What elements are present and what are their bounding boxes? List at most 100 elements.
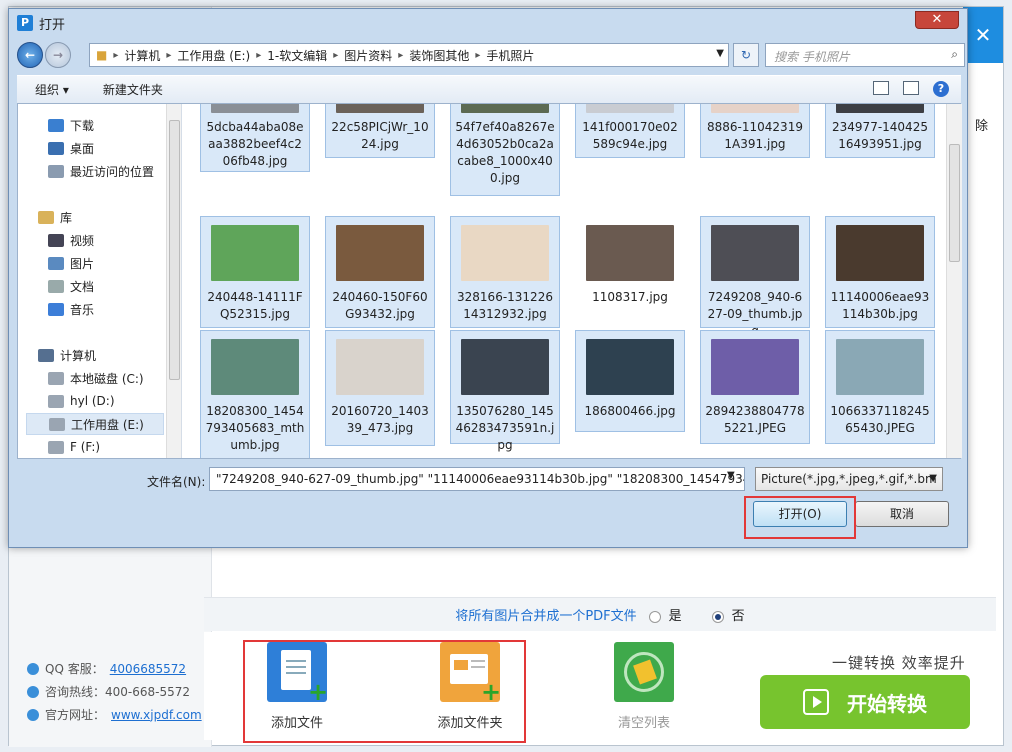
breadcrumb-5[interactable]: 手机照片 xyxy=(480,47,540,64)
file-name: 20160720_140339_473.jpg xyxy=(331,404,429,435)
start-convert-button[interactable]: 开始转换 xyxy=(760,675,970,729)
file-item[interactable]: 18208300_1454793405683_mthumb.jpg xyxy=(200,330,310,458)
tree-item-label: hyl (D:) xyxy=(70,394,115,408)
radio-no[interactable] xyxy=(711,610,724,623)
file-item[interactable]: 11140006eae93114b30b.jpg xyxy=(825,216,935,328)
file-name: 54f7ef40a8267e4d63052b0ca2acabe8_1000x40… xyxy=(455,120,555,185)
filename-dropdown-icon[interactable]: ▼ xyxy=(727,470,735,481)
highlight-box-open xyxy=(744,496,856,539)
address-bar[interactable]: ■ ▸ 计算机 ▸ 工作用盘 (E:) ▸ 1-软文编辑 ▸ 图片资料 ▸ 装饰图其他 ▸… xyxy=(89,43,729,67)
app-close-icon[interactable]: ✕ xyxy=(963,7,1003,63)
view-options-icon[interactable] xyxy=(873,81,889,95)
search-icon[interactable]: ⌕ xyxy=(951,47,958,62)
dialog-close-button[interactable]: ✕ xyxy=(915,11,959,29)
filename-input[interactable]: "7249208_940-627-09_thumb.jpg" "11140006… xyxy=(209,467,745,491)
file-thumbnail xyxy=(586,104,674,113)
file-item[interactable]: 135076280_14546283473591n.jpg xyxy=(450,330,560,452)
breadcrumb-3[interactable]: 图片资料 xyxy=(338,47,398,64)
tree-item-label: 桌面 xyxy=(70,141,95,156)
tree-item-label: 图片 xyxy=(70,256,95,271)
file-grid-scrollbar[interactable] xyxy=(946,104,962,458)
open-file-dialog: P 打开 ✕ ← → ■ ▸ 计算机 ▸ 工作用盘 (E:) ▸ 1-软文编辑 ▸ 图片… xyxy=(8,8,968,548)
tree-item[interactable]: F (F:) xyxy=(48,436,100,458)
merge-yes-option[interactable]: 是 xyxy=(648,605,682,624)
recent-places-icon xyxy=(48,164,64,178)
tree-item-label: F (F:) xyxy=(70,440,101,454)
file-name: 11140006eae93114b30b.jpg xyxy=(830,290,930,321)
file-thumbnail xyxy=(211,225,299,281)
qq-link[interactable]: 4006685572 xyxy=(110,662,186,676)
file-item[interactable]: 141f000170e02589c94e.jpg xyxy=(575,104,685,158)
file-thumbnail xyxy=(336,339,424,395)
breadcrumb-2[interactable]: 1-软文编辑 xyxy=(261,47,333,64)
tree-item[interactable]: 音乐 xyxy=(48,298,94,320)
dialog-title: 打开 xyxy=(39,17,66,33)
file-item[interactable]: 7249208_940-627-09_thumb.jpg xyxy=(700,216,810,338)
file-name: 240448-14111FQ52315.jpg xyxy=(207,290,303,321)
preview-pane-icon[interactable] xyxy=(903,81,919,95)
file-thumbnail xyxy=(711,104,799,113)
scroll-thumb[interactable] xyxy=(169,120,180,380)
help-icon[interactable]: ? xyxy=(933,81,949,97)
tree-item[interactable]: 视频 xyxy=(48,229,94,251)
file-name: 18208300_1454793405683_mthumb.jpg xyxy=(205,404,305,452)
tree-item[interactable]: 计算机 xyxy=(38,344,96,366)
tree-item[interactable]: 工作用盘 (E:) xyxy=(26,413,164,435)
file-item[interactable]: 240460-150F60G93432.jpg xyxy=(325,216,435,328)
drive-icon xyxy=(49,417,65,431)
merge-no-option[interactable]: 否 xyxy=(711,605,745,624)
file-item[interactable]: 234977-14042516493951.jpg xyxy=(825,104,935,158)
tree-item[interactable]: 本地磁盘 (C:) xyxy=(48,367,144,389)
tree-item[interactable]: 库 xyxy=(38,206,72,228)
file-name: 22c58PICjWr_1024.jpg xyxy=(331,120,429,151)
back-button[interactable]: ← xyxy=(17,42,43,68)
app-logo-icon: P xyxy=(17,15,33,31)
forward-button[interactable]: → xyxy=(45,42,71,68)
file-item[interactable]: 54f7ef40a8267e4d63052b0ca2acabe8_1000x40… xyxy=(450,104,560,196)
navigation-tree: 下载桌面最近访问的位置库视频图片文档 音乐计算机 本地磁盘 (C:) hyl (D:)… xyxy=(18,104,182,458)
refresh-icon[interactable]: ↻ xyxy=(733,43,759,67)
file-thumbnail xyxy=(336,104,424,113)
file-item[interactable]: 5dcba44aba08eaa3882beef4c206fb48.jpg xyxy=(200,104,310,172)
filetype-select[interactable]: Picture(*.jpg,*.jpeg,*.gif,*.bm ▼ xyxy=(755,467,943,491)
scroll-thumb[interactable] xyxy=(949,144,960,262)
file-item[interactable]: 186800466.jpg xyxy=(575,330,685,432)
file-thumbnail xyxy=(461,339,549,395)
site-label: 官方网址： xyxy=(45,708,106,722)
file-item[interactable]: 328166-13122614312932.jpg xyxy=(450,216,560,328)
search-input[interactable]: 搜索 手机照片 ⌕ xyxy=(765,43,965,67)
slogan-text: 一键转换 效率提升 xyxy=(832,654,966,672)
qq-label: QQ 客服： xyxy=(45,662,104,676)
tree-item[interactable]: 最近访问的位置 xyxy=(48,160,154,182)
file-item[interactable]: 106633711824565430.JPEG xyxy=(825,330,935,444)
new-folder-button[interactable]: 新建文件夹 xyxy=(85,81,179,98)
tree-item[interactable]: 图片 xyxy=(48,252,94,274)
cancel-button[interactable]: 取消 xyxy=(855,501,949,527)
tree-item[interactable]: hyl (D:) xyxy=(48,390,115,412)
file-item[interactable]: 8886-110423191A391.jpg xyxy=(700,104,810,158)
file-item[interactable]: 28942388047785221.JPEG xyxy=(700,330,810,444)
file-item[interactable]: 240448-14111FQ52315.jpg xyxy=(200,216,310,328)
organize-menu[interactable]: 组织 ▾ xyxy=(17,81,85,98)
file-name: 186800466.jpg xyxy=(584,404,676,418)
tree-item[interactable]: 桌面 xyxy=(48,137,94,159)
site-link[interactable]: www.xjpdf.com xyxy=(111,708,202,722)
file-thumbnail xyxy=(836,339,924,395)
tree-item[interactable]: 下载 xyxy=(48,114,94,136)
start-convert-label: 开始转换 xyxy=(847,691,927,716)
breadcrumb-0[interactable]: 计算机 xyxy=(118,47,166,64)
breadcrumb-1[interactable]: 工作用盘 (E:) xyxy=(171,47,256,64)
tree-item-label: 下载 xyxy=(70,118,95,133)
filetype-dropdown-icon[interactable]: ▼ xyxy=(929,473,937,484)
tree-item[interactable]: 文档 xyxy=(48,275,94,297)
file-item[interactable]: 22c58PICjWr_1024.jpg xyxy=(325,104,435,158)
file-name: 28942388047785221.JPEG xyxy=(705,404,805,435)
tree-scrollbar[interactable] xyxy=(166,104,181,458)
clear-list-button[interactable]: 清空列表 xyxy=(604,642,684,731)
breadcrumb-4[interactable]: 装饰图其他 xyxy=(403,47,475,64)
chevron-down-icon[interactable]: ▼ xyxy=(716,48,724,59)
radio-yes[interactable] xyxy=(648,610,661,623)
drive-icon xyxy=(48,394,64,408)
file-item[interactable]: 1108317.jpg xyxy=(575,216,685,312)
file-item[interactable]: 20160720_140339_473.jpg xyxy=(325,330,435,446)
